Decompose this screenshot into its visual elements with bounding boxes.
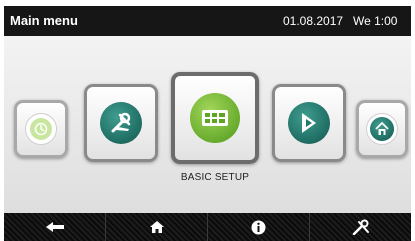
menu-tile-time-program[interactable] xyxy=(14,100,68,158)
icon-ring xyxy=(366,113,398,145)
building-icon xyxy=(190,93,240,143)
back-arrow-icon xyxy=(45,222,64,232)
home-icon xyxy=(149,221,164,233)
tools-icon xyxy=(100,102,142,144)
menu-carousel: BASIC SETUP xyxy=(4,36,411,213)
menu-tile-operation[interactable] xyxy=(272,84,346,162)
info-icon xyxy=(251,220,266,234)
house-icon xyxy=(370,117,394,141)
controller-screen: Main menu 01.08.2017 We 1:00 BASIC SETUP xyxy=(4,6,411,241)
menu-tile-home-settings[interactable] xyxy=(356,100,408,158)
back-button[interactable] xyxy=(4,213,106,241)
date-display: 01.08.2017 xyxy=(283,14,344,28)
bottom-navigation-bar xyxy=(4,213,411,241)
status-bar: Main menu 01.08.2017 We 1:00 xyxy=(4,6,411,36)
flag-icon xyxy=(288,102,330,144)
weekday-time-display: We 1:00 xyxy=(353,14,398,28)
icon-ring xyxy=(25,113,57,145)
service-tools-icon xyxy=(352,219,369,235)
page-title: Main menu xyxy=(10,13,78,28)
menu-tile-service[interactable] xyxy=(84,84,158,162)
service-tools-button[interactable] xyxy=(310,213,411,241)
home-button[interactable] xyxy=(106,213,208,241)
menu-tile-basic-setup[interactable] xyxy=(171,72,259,164)
selected-menu-label: BASIC SETUP xyxy=(180,172,250,183)
clock-icon xyxy=(30,118,52,140)
info-button[interactable] xyxy=(208,213,310,241)
